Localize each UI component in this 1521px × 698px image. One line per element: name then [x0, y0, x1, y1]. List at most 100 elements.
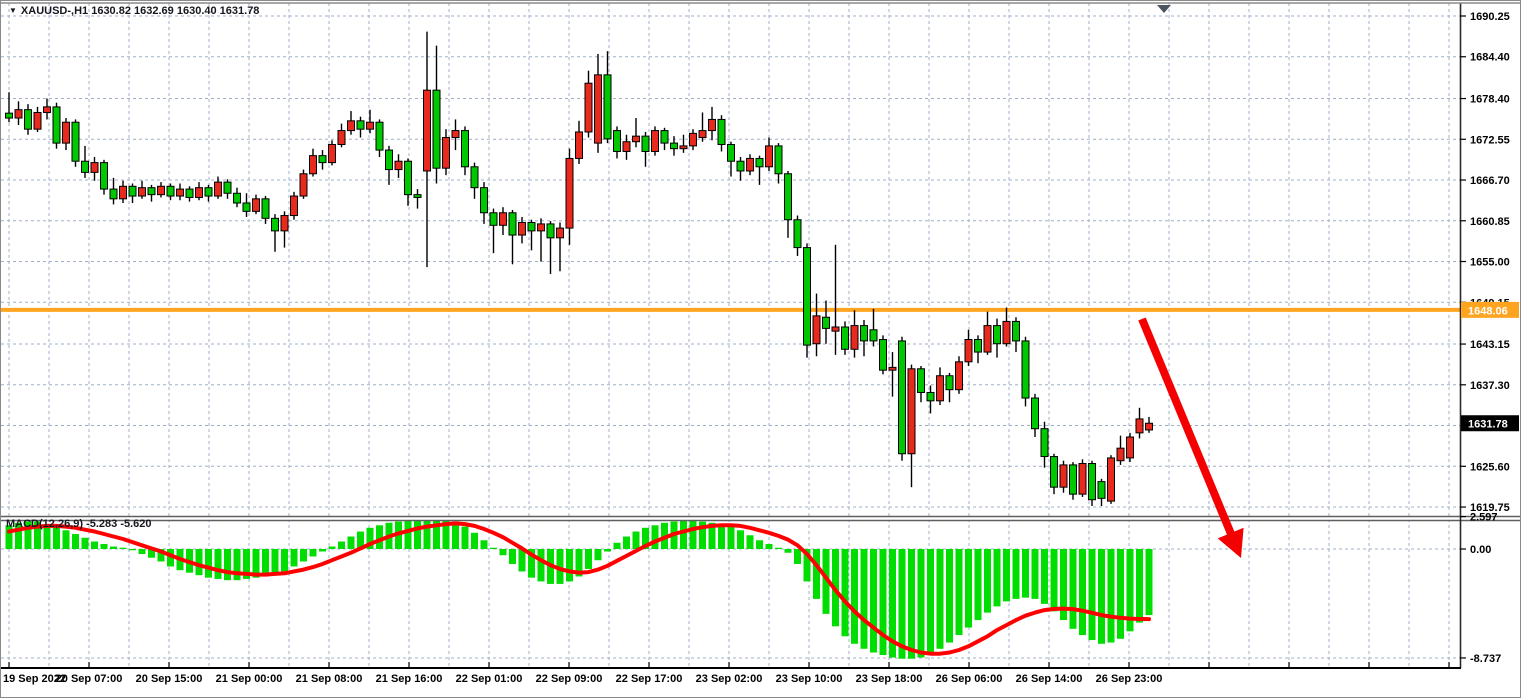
hline-price-label: 1648.06 [1461, 302, 1519, 318]
price-tick-label: 1690.25 [1470, 11, 1510, 23]
candle-bearish [234, 193, 241, 203]
macd-hist-bar [452, 522, 459, 549]
macd-hist-bar [614, 543, 621, 549]
candle-bearish [462, 131, 469, 167]
macd-hist-bar [1070, 549, 1077, 629]
candle-bearish [405, 161, 412, 194]
time-tick-label: 21 Sep 00:00 [216, 673, 283, 685]
macd-hist-bar [139, 549, 146, 554]
macd-hist-bar [110, 547, 117, 549]
candle-bullish [709, 119, 716, 130]
candle-bearish [775, 146, 782, 174]
candle-bullish [1108, 458, 1115, 501]
macd-hist-bar [338, 542, 345, 549]
candle-bearish [1070, 465, 1077, 494]
candle-bullish [595, 75, 602, 143]
macd-hist-bar [1089, 549, 1096, 640]
macd-hist-bar [272, 549, 279, 574]
candle-bearish [509, 213, 516, 235]
macd-hist-bar [281, 549, 288, 571]
candle-bullish [538, 224, 545, 231]
candle-bullish [44, 107, 51, 113]
candle-bullish [367, 122, 374, 129]
macd-hist-bar [718, 524, 725, 549]
macd-hist-bar [234, 549, 241, 580]
candle-bullish [965, 340, 972, 362]
candle-bullish [851, 326, 858, 350]
down-arrow-annotation[interactable] [1142, 319, 1244, 558]
candle-bearish [728, 145, 735, 162]
macd-hist-bar [652, 525, 659, 549]
candle-bearish [129, 186, 136, 196]
macd-hist-bar [329, 547, 336, 549]
candle-bearish [547, 224, 554, 238]
mt4-chart-window[interactable]: 1690.251684.401678.401672.551666.701660.… [0, 0, 1521, 698]
candle-bearish [804, 248, 811, 346]
symbol-dropdown-icon[interactable]: ▼ [9, 7, 17, 15]
time-tick-label: 20 Sep 15:00 [136, 673, 203, 685]
candle-bullish [253, 199, 260, 212]
macd-values-text: MACD(12,26,9) -5.283 -5.620 [6, 518, 152, 530]
macd-hist-bar [908, 549, 915, 659]
macd-hist-bar [775, 548, 782, 549]
time-tick-label: 23 Sep 18:00 [856, 673, 923, 685]
candle-bullish [956, 362, 963, 390]
candle-bearish [490, 213, 497, 226]
macd-hist-bar [747, 535, 754, 549]
macd-hist-bar [927, 549, 934, 654]
candle-bearish [994, 326, 1001, 344]
macd-hist-bar [946, 549, 953, 643]
macd-hist-bar [566, 549, 573, 581]
macd-hist-bar [1022, 549, 1029, 598]
candle-bullish [699, 131, 706, 138]
macd-hist-bar [956, 549, 963, 635]
macd-hist-bar [794, 549, 801, 564]
candle-bullish [937, 376, 944, 401]
time-tick-label: 21 Sep 16:00 [376, 673, 443, 685]
macd-hist-bar [975, 549, 982, 620]
macd-hist-bar [500, 549, 507, 555]
price-tick-label: 1666.70 [1470, 175, 1510, 187]
chart-svg[interactable]: 1690.251684.401678.401672.551666.701660.… [1, 1, 1521, 698]
symbol-title: ▼ XAUUSD-,H1 1630.82 1632.69 1630.40 163… [9, 5, 259, 17]
macd-hist-bar [291, 549, 298, 566]
macd-tick-label: 0.00 [1470, 544, 1491, 556]
macd-hist-bar [1003, 549, 1010, 601]
macd-hist-bar [72, 534, 79, 549]
candle-bearish [1089, 464, 1096, 500]
macd-hist-bar [680, 520, 687, 549]
candle-bullish [1079, 464, 1086, 495]
price-tick-label: 1684.40 [1470, 52, 1510, 64]
macd-hist-bar [82, 538, 89, 549]
candle-bullish [1003, 321, 1010, 343]
candle-bearish [823, 317, 830, 328]
candle-bullish [329, 145, 336, 163]
candle-bullish [908, 369, 915, 454]
macd-tick-label: 2.597 [1470, 512, 1498, 524]
candle-bearish [376, 122, 383, 150]
candle-bullish [1136, 419, 1143, 433]
macd-hist-bar [1013, 549, 1020, 599]
candle-bearish [82, 161, 89, 172]
macd-hist-bar [861, 549, 868, 649]
candle-bearish [899, 341, 906, 454]
macd-hist-bar [585, 549, 592, 569]
arrow-shaft [1142, 319, 1232, 536]
candle-bullish [576, 132, 583, 158]
macd-hist-bar [842, 549, 849, 636]
macd-hist-bar [91, 542, 98, 549]
candle-bearish [1051, 457, 1058, 488]
macd-hist-bar [880, 549, 887, 655]
candle-bullish [196, 188, 203, 198]
candle-bullish [1127, 437, 1134, 458]
candle-bullish [1117, 448, 1124, 461]
hline-label-text: 1648.06 [1468, 305, 1508, 317]
candle-bearish [870, 330, 877, 341]
macd-hist-bar [984, 549, 991, 613]
macd-hist-bar [604, 549, 611, 551]
macd-hist-bar [623, 537, 630, 549]
candle-bearish [414, 195, 421, 198]
candle-bearish [243, 203, 250, 211]
candle-bearish [661, 131, 668, 144]
candle-bearish [6, 113, 13, 118]
